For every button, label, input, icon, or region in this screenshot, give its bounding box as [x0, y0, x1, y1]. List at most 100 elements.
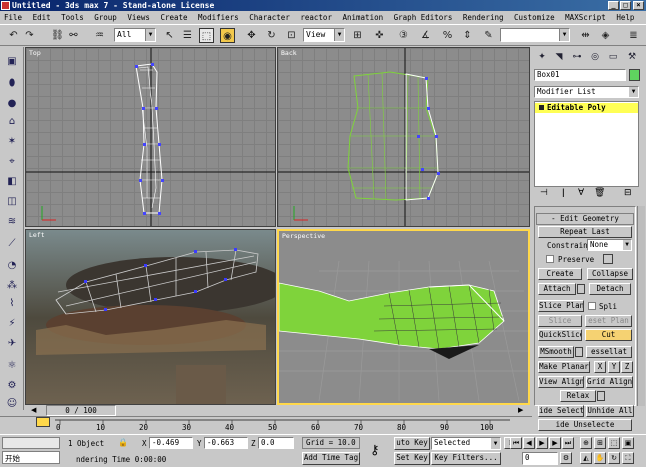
bind-space-warp-icon[interactable]: ♒ — [92, 28, 107, 43]
key-mode-dropdown[interactable]: Selected ▼ — [431, 437, 501, 450]
motion-tab-icon[interactable]: ◎ — [587, 50, 603, 64]
zoom-extents-all-icon[interactable]: ▣ — [622, 437, 634, 449]
teapot-icon[interactable]: ⌂ — [4, 115, 20, 129]
window-crossing-icon[interactable]: ◉ — [220, 28, 235, 43]
menu-rendering[interactable]: Rendering — [463, 13, 504, 22]
create-box-icon[interactable]: ▣ — [4, 55, 20, 69]
layer-manager-icon[interactable]: ≣ — [626, 28, 641, 43]
snap-toggle-icon[interactable]: ③ — [396, 28, 411, 43]
menu-character[interactable]: Character — [249, 13, 290, 22]
track-bar-icon[interactable] — [36, 417, 50, 427]
slice-button[interactable]: Slice — [538, 315, 582, 327]
compound-icon[interactable]: ◔ — [4, 259, 20, 273]
helper-icon[interactable]: ◧ — [4, 175, 20, 189]
pin-stack-icon[interactable]: ⊣ — [540, 188, 548, 198]
field-of-view-icon[interactable]: ◭ — [580, 452, 592, 464]
panel-scrollbar[interactable] — [637, 206, 645, 406]
unlink-icon[interactable]: ⚯ — [66, 28, 81, 43]
manipulate-icon[interactable]: ✜ — [372, 28, 387, 43]
menu-graph-editors[interactable]: Graph Editors — [394, 13, 453, 22]
y-coordinate-field[interactable]: -0.663 — [204, 437, 248, 449]
configure-sets-icon[interactable]: ⊟ — [624, 188, 632, 198]
viewport-perspective[interactable]: Perspective — [277, 229, 530, 405]
menu-views[interactable]: Views — [127, 13, 150, 22]
select-and-link-icon[interactable]: ⛓ — [50, 28, 65, 43]
unhide-all-button[interactable]: Unhide All — [586, 405, 634, 417]
cylinder-icon[interactable]: ⬮ — [4, 77, 20, 91]
create-tab-icon[interactable]: ✦ — [534, 50, 550, 64]
menu-group[interactable]: Group — [94, 13, 117, 22]
make-planar-button[interactable]: Make Planar — [538, 361, 590, 373]
menu-edit[interactable]: Edit — [33, 13, 51, 22]
stack-item-editable-poly[interactable]: Editable Poly — [535, 103, 638, 113]
cloth-icon[interactable]: ⚙ — [4, 379, 20, 393]
particle-icon[interactable]: ⁂ — [4, 279, 20, 293]
modify-tab-icon[interactable]: ◥ — [551, 50, 567, 64]
repeat-last-button[interactable]: Repeat Last — [538, 226, 632, 238]
shape-icon[interactable]: ◫ — [4, 195, 20, 209]
track-bar[interactable]: 0 10 20 30 40 50 60 70 80 90 100 — [0, 416, 532, 434]
walkthrough-icon[interactable]: ✈ — [4, 337, 20, 351]
expand-icon[interactable] — [539, 105, 544, 110]
preserve-settings-icon[interactable] — [603, 254, 613, 264]
go-to-start-icon[interactable]: ⏮ — [510, 437, 522, 449]
menu-animation[interactable]: Animation — [342, 13, 383, 22]
bone-icon[interactable]: ⟋ — [4, 237, 20, 251]
select-and-scale-icon[interactable]: ⊡ — [284, 28, 299, 43]
x-coordinate-field[interactable]: -0.469 — [149, 437, 193, 449]
angle-snap-icon[interactable]: ∡ — [418, 28, 433, 43]
msmooth-button[interactable]: MSmooth — [538, 346, 574, 358]
prev-key-icon[interactable]: ◀ — [523, 437, 535, 449]
rectangular-selection-icon[interactable]: ⬚ — [199, 28, 214, 43]
character-icon[interactable]: ☺ — [4, 397, 20, 411]
reference-coordinate-dropdown[interactable]: View ▼ — [303, 28, 345, 42]
named-selection-dropdown[interactable]: ▼ — [500, 28, 570, 42]
view-align-button[interactable]: View Align — [538, 376, 584, 388]
mirror-icon[interactable]: ⇹ — [578, 28, 593, 43]
slice-plane-button[interactable]: Slice Plane — [538, 300, 584, 312]
lock-selection-icon[interactable]: 🔒 — [118, 438, 128, 447]
reset-plane-button[interactable]: eset Plan — [585, 315, 632, 327]
preserve-checkbox[interactable] — [546, 255, 554, 263]
edit-geometry-rollout-header[interactable]: - Edit Geometry — [536, 213, 634, 225]
reactor-icon[interactable]: ⚛ — [4, 359, 20, 373]
maximize-button[interactable]: □ — [620, 1, 631, 10]
key-icon[interactable]: ⚷ — [370, 443, 380, 458]
split-checkbox[interactable] — [588, 302, 596, 310]
hide-unselected-button[interactable]: ide Unselecte — [538, 419, 632, 431]
undo-icon[interactable]: ↶ — [6, 28, 21, 43]
viewport-back[interactable]: Back — [277, 47, 530, 227]
relax-settings-icon[interactable] — [597, 391, 605, 401]
select-and-rotate-icon[interactable]: ↻ — [264, 28, 279, 43]
select-by-name-icon[interactable]: ☰ — [180, 28, 195, 43]
spinner-snap-icon[interactable]: ⇕ — [460, 28, 475, 43]
utilities-tab-icon[interactable]: ⚒ — [624, 50, 640, 64]
minimize-button[interactable]: _ — [608, 1, 619, 10]
maxscript-listener[interactable] — [2, 437, 60, 449]
add-time-tag-button[interactable]: Add Time Tag — [302, 452, 360, 465]
menu-reactor[interactable]: reactor — [300, 13, 332, 22]
maximize-viewport-icon[interactable]: ⛶ — [622, 452, 634, 464]
next-key-icon[interactable]: ▶ — [549, 437, 561, 449]
select-and-move-icon[interactable]: ✥ — [244, 28, 259, 43]
set-key-button[interactable]: Set Key — [394, 452, 430, 465]
pivot-point-icon[interactable]: ⊞ — [350, 28, 365, 43]
quickslice-button[interactable]: QuickSlice — [538, 329, 582, 341]
auto-key-button[interactable]: uto Key — [394, 437, 430, 450]
time-config-icon[interactable]: ⚙ — [560, 452, 572, 464]
planar-y-button[interactable]: Y — [608, 361, 620, 373]
align-icon[interactable]: ◈ — [598, 28, 613, 43]
menu-customize[interactable]: Customize — [514, 13, 555, 22]
redo-icon[interactable]: ↷ — [22, 28, 37, 43]
zoom-all-icon[interactable]: ⊞ — [594, 437, 606, 449]
menu-help[interactable]: Help — [616, 13, 634, 22]
grid-align-button[interactable]: Grid Align — [586, 376, 633, 388]
tessellate-button[interactable]: essellat — [586, 346, 632, 358]
maxscript-mini-listener[interactable]: 开始 — [2, 451, 60, 464]
named-selection-sets-icon[interactable]: ✎ — [481, 28, 496, 43]
collapse-button[interactable]: Collapse — [587, 268, 633, 280]
viewport-top[interactable]: Top — [25, 47, 276, 227]
menu-file[interactable]: File — [4, 13, 22, 22]
play-icon[interactable]: ▶ — [536, 437, 548, 449]
time-slider-thumb[interactable]: 0 / 100 — [46, 405, 116, 416]
